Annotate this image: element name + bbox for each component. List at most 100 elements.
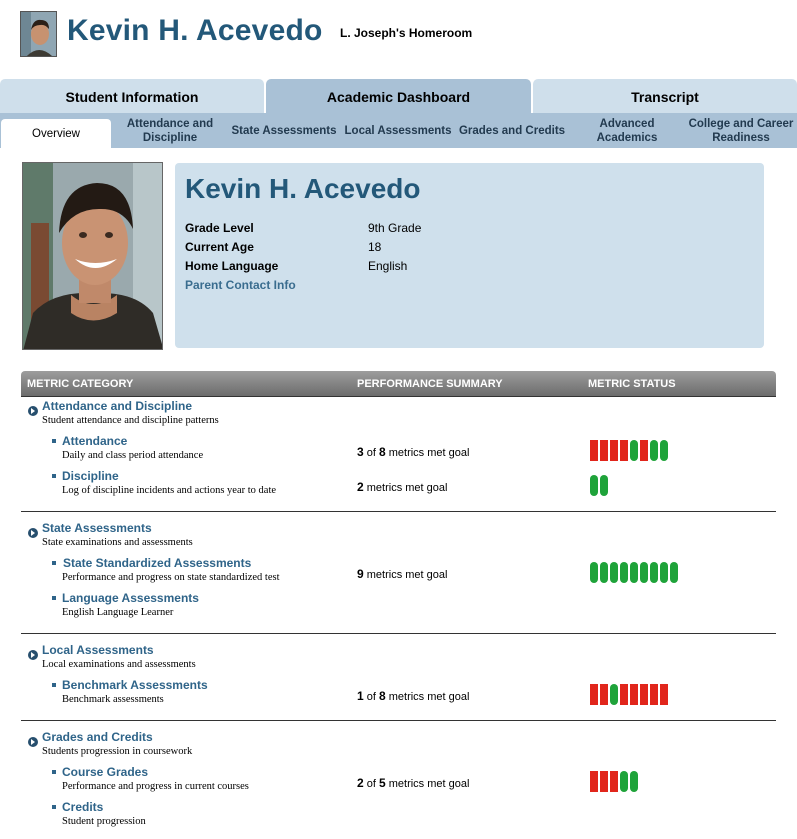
metric-description: Daily and class period attendance bbox=[62, 450, 204, 461]
tab-academic-dashboard[interactable]: Academic Dashboard bbox=[266, 79, 531, 113]
status-not-met-indicator bbox=[610, 771, 618, 792]
summary-of: of bbox=[363, 447, 379, 459]
field-label: Current Age bbox=[185, 240, 254, 254]
category-description: Student attendance and discipline patter… bbox=[42, 415, 219, 426]
subtab-overview[interactable]: Overview bbox=[1, 119, 111, 148]
metric-discipline[interactable]: Discipline bbox=[62, 469, 119, 483]
subtab-college-and-career-readiness[interactable]: College and Career Readiness bbox=[685, 113, 797, 148]
metric-description: Performance and progress on state standa… bbox=[62, 572, 280, 583]
metric-state-standardized-assessments[interactable]: State Standardized Assessments bbox=[63, 556, 251, 570]
status-met-indicator bbox=[610, 684, 618, 705]
row-divider bbox=[21, 633, 776, 634]
status-met-indicator bbox=[620, 771, 628, 792]
category-description: State examinations and assessments bbox=[42, 537, 193, 548]
column-header-metric-status: METRIC STATUS bbox=[588, 378, 676, 390]
category-local-assessments[interactable]: Local Assessments bbox=[42, 643, 154, 657]
status-met-indicator bbox=[640, 562, 648, 583]
expand-arrow-icon[interactable] bbox=[28, 406, 38, 416]
performance-summary: 3 of 8 metrics met goal bbox=[357, 445, 469, 459]
status-met-indicator bbox=[660, 440, 668, 461]
metric-description: Performance and progress in current cour… bbox=[62, 781, 249, 792]
metric-course-grades[interactable]: Course Grades bbox=[62, 765, 148, 779]
bullet-icon bbox=[52, 805, 56, 809]
bullet-icon bbox=[52, 770, 56, 774]
status-met-indicator bbox=[630, 440, 638, 461]
status-not-met-indicator bbox=[640, 440, 648, 461]
status-not-met-indicator bbox=[600, 684, 608, 705]
metric-benchmark-assessments[interactable]: Benchmark Assessments bbox=[62, 678, 208, 692]
status-not-met-indicator bbox=[660, 684, 668, 705]
metrics-met-count: 3 bbox=[357, 445, 364, 459]
status-not-met-indicator bbox=[620, 684, 628, 705]
bullet-icon bbox=[52, 474, 56, 478]
field-value: English bbox=[368, 259, 408, 273]
metric-status-bars bbox=[589, 771, 639, 792]
metric-description: Benchmark assessments bbox=[62, 694, 164, 705]
status-not-met-indicator bbox=[600, 771, 608, 792]
summary-text: metrics met goal bbox=[363, 482, 448, 494]
subtab-attendance-and-discipline[interactable]: Attendance and Discipline bbox=[113, 113, 227, 148]
status-not-met-indicator bbox=[650, 684, 658, 705]
metrics-met-count: 9 bbox=[357, 567, 364, 581]
status-not-met-indicator bbox=[590, 684, 598, 705]
category-attendance-and-discipline[interactable]: Attendance and Discipline bbox=[42, 399, 192, 413]
subtab-advanced-academics[interactable]: Advanced Academics bbox=[571, 113, 683, 148]
student-avatar bbox=[20, 11, 57, 57]
expand-arrow-icon[interactable] bbox=[28, 737, 38, 747]
status-bar-chart bbox=[590, 771, 638, 792]
homeroom-label: L. Joseph's Homeroom bbox=[340, 26, 473, 40]
metric-language-assessments[interactable]: Language Assessments bbox=[62, 591, 199, 605]
field-value: 18 bbox=[368, 240, 382, 254]
row-divider bbox=[21, 511, 776, 512]
status-met-indicator bbox=[620, 562, 628, 583]
summary-of: of bbox=[363, 778, 379, 790]
summary-text: metrics met goal bbox=[385, 691, 470, 703]
subtab-state-assessments[interactable]: State Assessments bbox=[229, 113, 339, 148]
performance-summary: 2 metrics met goal bbox=[357, 480, 447, 494]
metrics-met-count: 1 bbox=[357, 689, 364, 703]
status-met-indicator bbox=[650, 440, 658, 461]
performance-summary: 2 of 5 metrics met goal bbox=[357, 776, 469, 790]
subtab-grades-and-credits[interactable]: Grades and Credits bbox=[457, 113, 567, 148]
metric-description: Log of discipline incidents and actions … bbox=[62, 485, 277, 496]
row-divider bbox=[21, 720, 776, 721]
metrics-total-count: 8 bbox=[378, 689, 386, 703]
category-state-assessments[interactable]: State Assessments bbox=[42, 521, 152, 535]
column-header-performance-summary: PERFORMANCE SUMMARY bbox=[357, 378, 503, 390]
field-label: Grade Level bbox=[185, 221, 254, 235]
metric-description: Student progression bbox=[62, 816, 146, 827]
expand-arrow-icon[interactable] bbox=[28, 650, 38, 660]
metric-credits[interactable]: Credits bbox=[62, 800, 103, 814]
status-met-indicator bbox=[670, 562, 678, 583]
metrics-met-count: 2 bbox=[357, 776, 364, 790]
status-met-indicator bbox=[660, 562, 668, 583]
metrics-met-count: 2 bbox=[357, 480, 364, 494]
metrics-total-count: 5 bbox=[378, 776, 386, 790]
expand-arrow-icon[interactable] bbox=[28, 528, 38, 538]
student-photo bbox=[22, 162, 163, 350]
metric-status-bars bbox=[589, 475, 609, 496]
profile-name: Kevin H. Acevedo bbox=[185, 173, 421, 204]
status-met-indicator bbox=[600, 562, 608, 583]
status-bar-chart bbox=[590, 684, 668, 705]
field-label: Home Language bbox=[185, 259, 279, 273]
student-profile-card: Kevin H. Acevedo Grade Level 9th Grade C… bbox=[175, 163, 764, 348]
status-not-met-indicator bbox=[590, 440, 598, 461]
category-grades-and-credits[interactable]: Grades and Credits bbox=[42, 730, 153, 744]
status-met-indicator bbox=[630, 771, 638, 792]
status-not-met-indicator bbox=[630, 684, 638, 705]
bullet-icon bbox=[52, 439, 56, 443]
parent-contact-info-link[interactable]: Parent Contact Info bbox=[185, 278, 296, 292]
metric-status-bars bbox=[589, 684, 669, 705]
page-header: Kevin H. Acevedo L. Joseph's Homeroom bbox=[0, 0, 797, 78]
main-tabs: Student Information Academic Dashboard T… bbox=[0, 79, 797, 113]
subtab-local-assessments[interactable]: Local Assessments bbox=[343, 113, 453, 148]
summary-text: metrics met goal bbox=[363, 569, 448, 581]
metric-attendance[interactable]: Attendance bbox=[62, 434, 127, 448]
category-description: Local examinations and assessments bbox=[42, 659, 196, 670]
status-met-indicator bbox=[590, 475, 598, 496]
tab-transcript[interactable]: Transcript bbox=[533, 79, 797, 113]
summary-of: of bbox=[363, 691, 379, 703]
tab-student-information[interactable]: Student Information bbox=[0, 79, 264, 113]
status-not-met-indicator bbox=[620, 440, 628, 461]
